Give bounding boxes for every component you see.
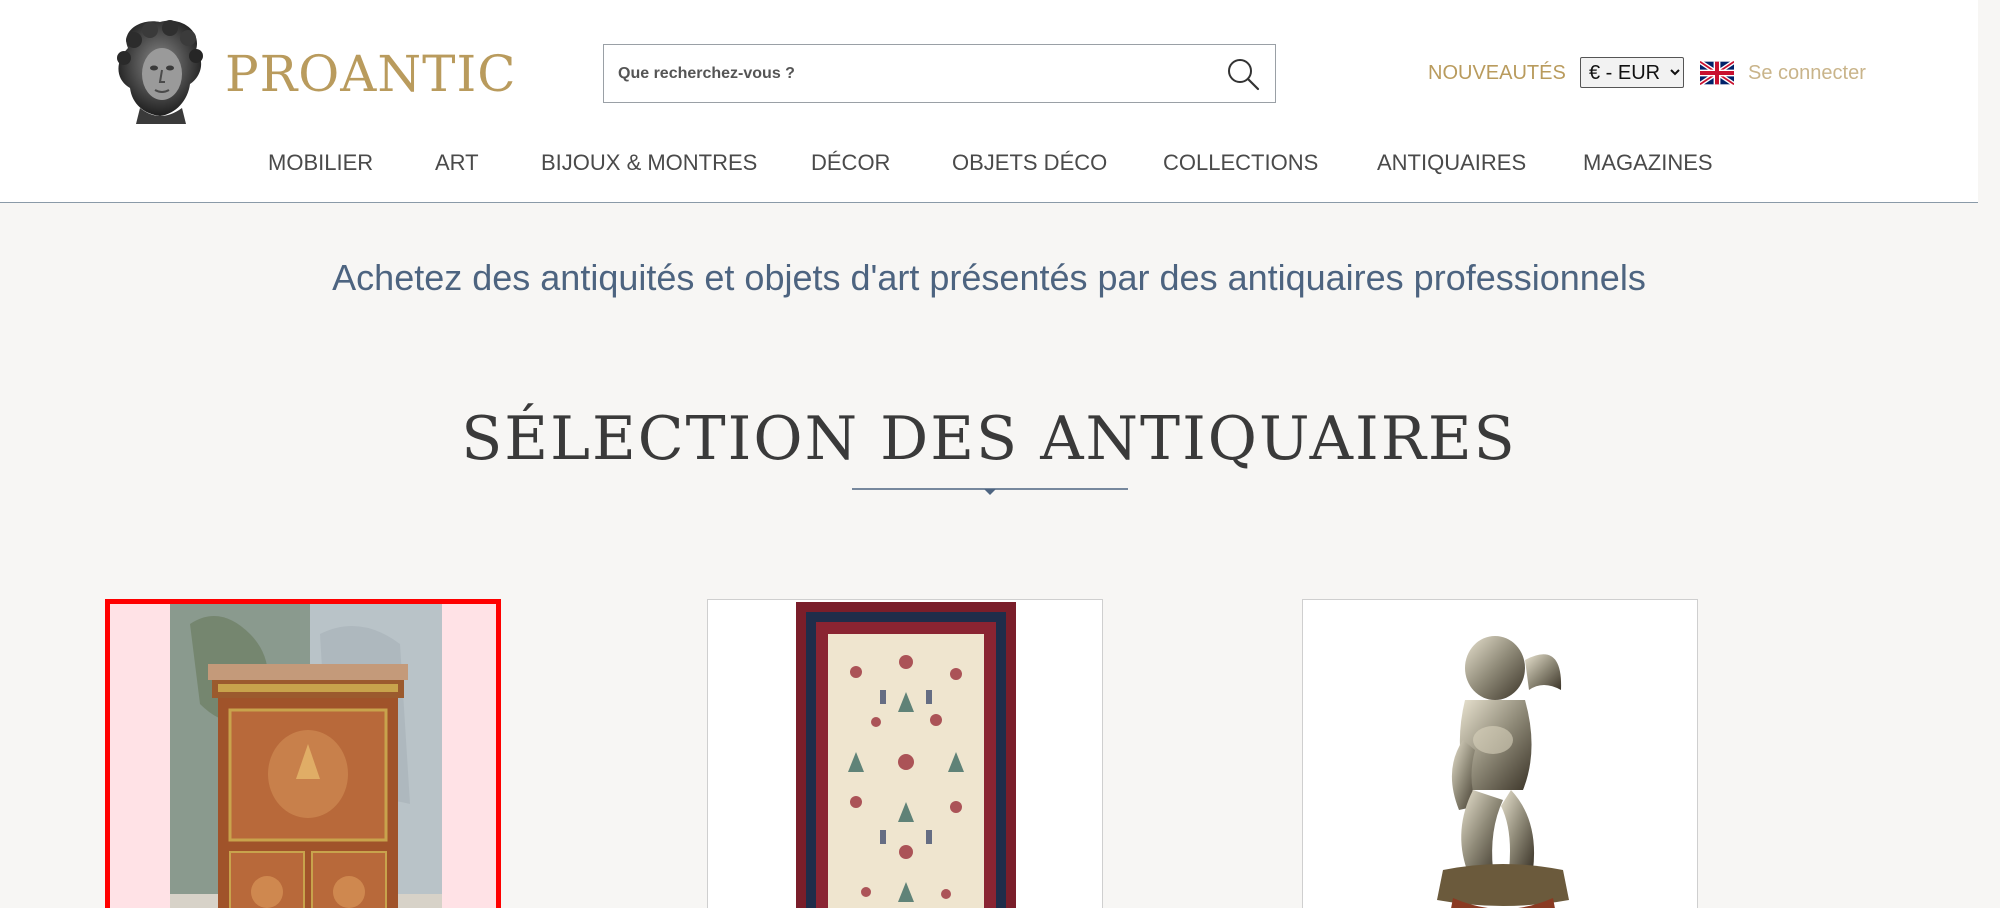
nav-item-bijoux-montres[interactable]: BIJOUX & MONTRES — [541, 145, 757, 181]
nav-item-magazines[interactable]: MAGAZINES — [1583, 145, 1713, 181]
product-card-rug[interactable] — [707, 599, 1103, 908]
nav-item-objets-deco[interactable]: OBJETS DÉCO — [952, 145, 1107, 181]
uk-flag-icon[interactable] — [1700, 61, 1734, 85]
oriental-rug-image — [796, 602, 1016, 908]
product-card-cherub[interactable] — [1302, 599, 1698, 908]
search-input[interactable] — [616, 45, 1196, 102]
nav-item-mobilier[interactable]: MOBILIER — [268, 145, 373, 181]
secretary-cabinet-image — [170, 604, 442, 908]
site-logo-text[interactable]: PROANTIC — [225, 44, 517, 104]
search-bar — [603, 44, 1276, 103]
new-arrivals-link[interactable]: NOUVEAUTÉS — [1428, 58, 1566, 88]
product-card-secretary[interactable] — [105, 599, 501, 908]
site-header: PROANTIC NOUVEAUTÉS € - EUR Se connecter… — [0, 0, 1978, 203]
login-link[interactable]: Se connecter — [1748, 58, 1866, 88]
silver-cherub-sculpture-image — [1437, 636, 1569, 908]
page-tagline: Achetez des antiquités et objets d'art p… — [332, 257, 1646, 298]
title-divider — [852, 488, 1128, 495]
search-icon[interactable] — [1224, 55, 1262, 93]
currency-select[interactable]: € - EUR — [1580, 57, 1684, 88]
section-title: SÉLECTION DES ANTIQUAIRES — [461, 404, 1517, 474]
nav-item-art[interactable]: ART — [435, 145, 479, 181]
nav-item-antiquaires[interactable]: ANTIQUAIRES — [1377, 145, 1526, 181]
nav-item-decor[interactable]: DÉCOR — [811, 145, 890, 181]
page: PROANTIC NOUVEAUTÉS € - EUR Se connecter… — [0, 0, 1978, 908]
main-navigation: MOBILIER ART BIJOUX & MONTRES DÉCOR OBJE… — [0, 145, 1978, 185]
bust-logo-icon[interactable] — [110, 18, 210, 124]
nav-item-collections[interactable]: COLLECTIONS — [1163, 145, 1318, 181]
